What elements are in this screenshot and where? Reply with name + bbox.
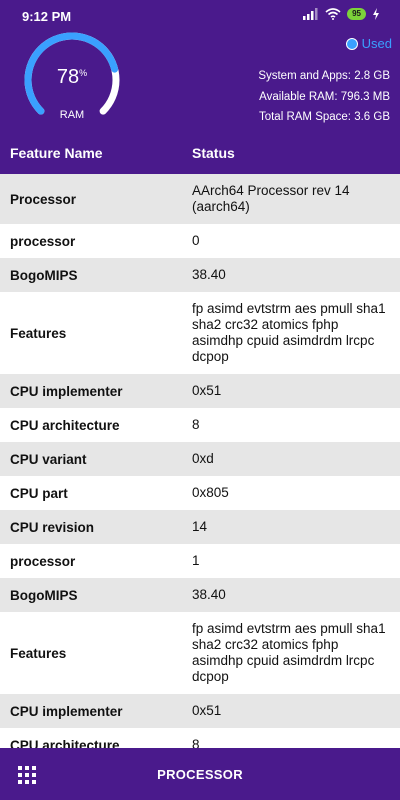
feature-name-header: Feature Name — [10, 145, 103, 161]
feature-name-cell: CPU architecture — [10, 417, 120, 433]
feature-status-cell: 14 — [192, 519, 208, 534]
table-row: BogoMIPS 38.40 — [0, 258, 400, 292]
table-row: CPU implementer 0x51 — [0, 374, 400, 408]
feature-status-cell: 8 — [192, 417, 200, 432]
table-row: BogoMIPS 38.40 — [0, 578, 400, 612]
battery-indicator: 95 — [347, 8, 366, 20]
table-row: CPU architecture 8 — [0, 408, 400, 442]
table-row: Features fp asimd evtstrm aes pmull sha1 … — [0, 612, 400, 694]
feature-name-cell: Features — [10, 645, 67, 661]
feature-status-cell: 0 — [192, 233, 200, 248]
feature-name-cell: CPU implementer — [10, 703, 123, 719]
ram-gauge: 78% RAM — [18, 28, 126, 128]
used-legend: Used — [345, 36, 392, 51]
total-ram-space: Total RAM Space: 3.6 GB — [258, 111, 390, 123]
feature-status-cell: 1 — [192, 553, 200, 568]
status-time: 9:12 PM — [22, 9, 72, 24]
feature-status-cell: fp asimd evtstrm aes pmull sha1 sha2 crc… — [192, 301, 386, 364]
charging-bolt-icon — [373, 8, 379, 20]
feature-name-cell: BogoMIPS — [10, 267, 78, 283]
table-row: CPU variant 0xd — [0, 442, 400, 476]
available-ram: Available RAM: 796.3 MB — [259, 90, 390, 103]
ram-percent-value: 78 — [56, 66, 80, 88]
feature-name-cell: processor — [10, 553, 76, 569]
table-row: Features fp asimd evtstrm aes pmull sha1 … — [0, 292, 400, 374]
feature-name-cell: CPU part — [10, 485, 68, 501]
feature-status-cell: 0xd — [192, 451, 214, 466]
feature-status-cell: 38.40 — [192, 267, 226, 282]
ram-header: 9:12 PM 95 78% RAM Used System and Apps:… — [0, 0, 400, 131]
feature-status-cell: 0x51 — [192, 383, 222, 398]
ram-percent-sign: % — [79, 68, 88, 78]
feature-status-cell: 8 — [192, 737, 200, 748]
table-row: CPU implementer 0x51 — [0, 694, 400, 728]
table-row: CPU part 0x805 — [0, 476, 400, 510]
feature-status-cell: 38.40 — [192, 587, 226, 602]
table-row: processor 1 — [0, 544, 400, 578]
ram-gauge-label: RAM — [59, 109, 85, 121]
feature-name-cell: processor — [10, 233, 76, 249]
table-row: CPU architecture 8 — [0, 728, 400, 748]
feature-name-cell: CPU implementer — [10, 383, 123, 399]
status-icons: 95 — [303, 8, 380, 20]
table-header: Feature Name Status — [0, 131, 400, 174]
feature-status-cell: fp asimd evtstrm aes pmull sha1 sha2 crc… — [192, 621, 386, 684]
used-legend-dot — [345, 37, 358, 50]
signal-bars-icon — [303, 8, 318, 20]
bottom-title: PROCESSOR — [157, 767, 243, 782]
bottom-bar: PROCESSOR — [0, 748, 400, 800]
feature-name-cell: CPU revision — [10, 519, 95, 535]
system-and-apps: System and Apps: 2.8 GB — [258, 70, 390, 82]
ram-percent: 78% — [18, 66, 126, 89]
feature-name-cell: CPU architecture — [10, 737, 120, 749]
feature-status-cell: AArch64 Processor rev 14 (aarch64) — [192, 183, 350, 214]
wifi-icon — [325, 8, 341, 20]
feature-name-cell: Features — [10, 325, 67, 341]
feature-table[interactable]: Processor AArch64 Processor rev 14 (aarch… — [0, 174, 400, 748]
feature-name-cell: Processor — [10, 191, 77, 207]
table-row: CPU revision 14 — [0, 510, 400, 544]
feature-name-cell: CPU variant — [10, 451, 87, 467]
table-row: Processor AArch64 Processor rev 14 (aarch… — [0, 174, 400, 224]
feature-name-cell: BogoMIPS — [10, 587, 78, 603]
ram-info: System and Apps: 2.8 GB Available RAM: 7… — [258, 66, 390, 128]
feature-status-cell: 0x805 — [192, 485, 229, 500]
feature-status-cell: 0x51 — [192, 703, 222, 718]
table-row: processor 0 — [0, 224, 400, 258]
status-header: Status — [192, 145, 235, 161]
used-legend-label: Used — [361, 36, 392, 51]
